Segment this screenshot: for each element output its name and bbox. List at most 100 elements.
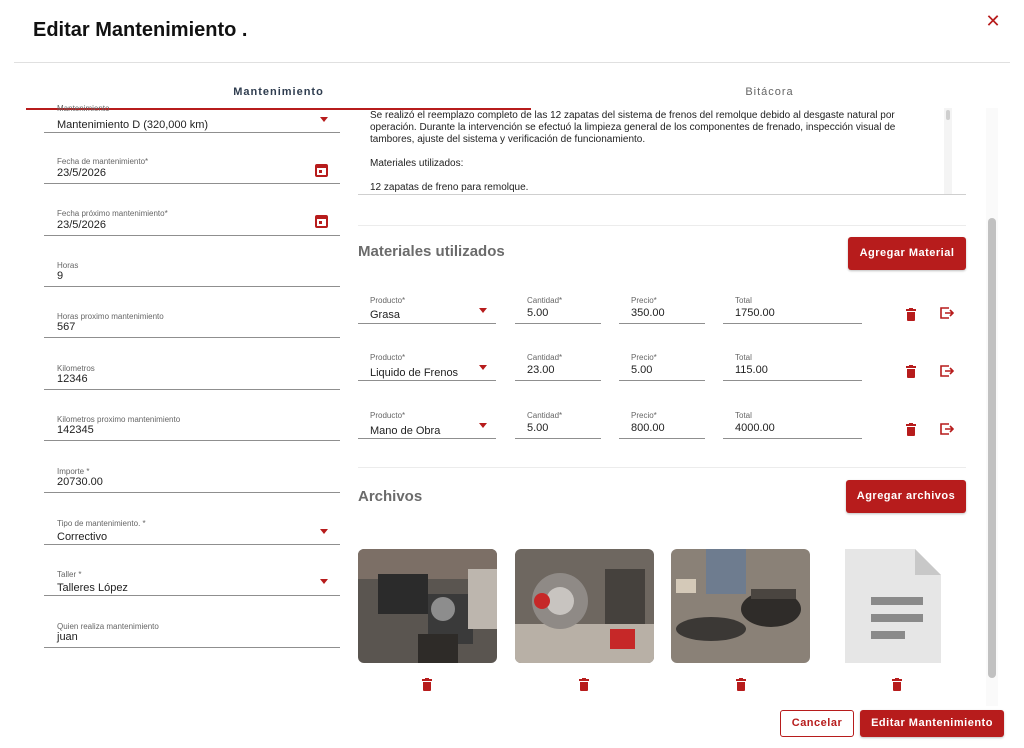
textarea-scrollbar[interactable] — [944, 108, 952, 194]
export-icon[interactable] — [940, 365, 954, 377]
kilometros-field[interactable]: Kilometros 12346 — [44, 363, 340, 390]
precio-field[interactable]: Precio* 350.00 — [619, 296, 705, 324]
cantidad-field[interactable]: Cantidad* 5.00 — [515, 411, 601, 439]
field-value: 5.00 — [527, 422, 549, 434]
chevron-down-icon — [479, 308, 487, 313]
field-label: Cantidad* — [527, 353, 563, 362]
chevron-down-icon — [320, 529, 328, 534]
cantidad-field[interactable]: Cantidad* 5.00 — [515, 296, 601, 324]
file-thumbnail[interactable] — [515, 549, 654, 663]
file-thumbnail[interactable] — [845, 549, 941, 663]
calendar-icon[interactable] — [315, 215, 328, 228]
field-label: Total — [735, 411, 752, 420]
delete-icon[interactable] — [422, 678, 432, 691]
delete-icon[interactable] — [906, 308, 916, 321]
field-label: Cantidad* — [527, 296, 563, 305]
taller-select[interactable]: Taller * Talleres López — [44, 569, 340, 596]
delete-icon[interactable] — [906, 423, 916, 436]
field-label: Kilometros — [57, 364, 95, 373]
field-value: 23/5/2026 — [57, 167, 106, 179]
chevron-down-icon — [320, 117, 328, 122]
delete-icon[interactable] — [892, 678, 902, 691]
horas-proximo-field[interactable]: Horas proximo mantenimiento 567 — [44, 311, 340, 338]
section-divider — [358, 467, 966, 468]
calendar-icon[interactable] — [315, 164, 328, 177]
field-value: Liquido de Frenos — [370, 367, 459, 379]
field-value: 4000.00 — [735, 422, 775, 434]
brake-shoes-photo-image — [671, 549, 810, 663]
field-value: Correctivo — [57, 531, 108, 543]
chevron-down-icon — [479, 423, 487, 428]
field-label: Kilometros proximo mantenimiento — [57, 415, 181, 424]
delete-icon[interactable] — [579, 678, 589, 691]
field-label: Fecha próximo mantenimiento* — [57, 209, 168, 218]
tab-bitacora[interactable]: Bitácora — [531, 80, 1008, 108]
field-label: Total — [735, 353, 752, 362]
field-value: 12346 — [57, 373, 88, 385]
field-value: juan — [57, 631, 78, 643]
save-button[interactable]: Editar Mantenimiento — [860, 710, 1004, 737]
field-value: 115.00 — [735, 364, 768, 376]
description-textarea[interactable]: Se realizó el reemplazo completo de las … — [358, 108, 966, 195]
producto-select[interactable]: Producto* Grasa — [358, 296, 496, 324]
producto-select[interactable]: Producto* Liquido de Frenos — [358, 353, 496, 381]
materials-title: Materiales utilizados — [358, 243, 505, 260]
field-value: 1750.00 — [735, 307, 775, 319]
delete-icon[interactable] — [736, 678, 746, 691]
content-scrollbar-thumb[interactable] — [988, 218, 996, 678]
hub-photo-image — [515, 549, 654, 663]
field-label: Fecha de mantenimiento* — [57, 157, 149, 166]
field-value: 5.00 — [527, 307, 549, 319]
field-label: Horas — [57, 261, 79, 270]
description-paragraph: 12 zapatas de freno para remolque. — [370, 182, 529, 193]
horas-field[interactable]: Horas 9 — [44, 260, 340, 287]
total-field: Total 4000.00 — [723, 411, 862, 439]
field-value: 23/5/2026 — [57, 219, 106, 231]
precio-field[interactable]: Precio* 5.00 — [619, 353, 705, 381]
chevron-down-icon — [479, 365, 487, 370]
chevron-down-icon — [320, 579, 328, 584]
field-value: 9 — [57, 270, 64, 282]
description-paragraph: Se realizó el reemplazo completo de las … — [370, 110, 896, 145]
field-value: 23.00 — [527, 364, 555, 376]
total-field: Total 115.00 — [723, 353, 862, 381]
export-icon[interactable] — [940, 423, 954, 435]
delete-icon[interactable] — [906, 365, 916, 378]
dialog-title: Editar Mantenimiento . — [33, 19, 248, 41]
field-value: 567 — [57, 321, 76, 333]
field-label: Producto* — [370, 411, 406, 420]
field-value: Mantenimiento D (320,000 km) — [57, 119, 209, 131]
producto-select[interactable]: Producto* Mano de Obra — [358, 411, 496, 439]
fecha-mantenimiento-field[interactable]: Fecha de mantenimiento* 23/5/2026 — [44, 156, 340, 184]
brake-photo-image — [358, 549, 497, 663]
tab-bar: Mantenimiento Bitácora — [26, 80, 986, 110]
add-files-button[interactable]: Agregar archivos — [846, 480, 966, 513]
files-title: Archivos — [358, 488, 423, 505]
textarea-scrollbar-thumb[interactable] — [946, 110, 950, 120]
quien-realiza-field[interactable]: Quien realiza mantenimiento juan — [44, 621, 340, 648]
field-label: Precio* — [631, 411, 657, 420]
field-value: 142345 — [57, 424, 94, 436]
export-icon[interactable] — [940, 307, 954, 319]
cantidad-field[interactable]: Cantidad* 23.00 — [515, 353, 601, 381]
file-thumbnail[interactable] — [358, 549, 497, 663]
kilometros-proximo-field[interactable]: Kilometros proximo mantenimiento 142345 — [44, 414, 340, 441]
tipo-mantenimiento-select[interactable]: Tipo de mantenimiento. * Correctivo — [44, 518, 340, 545]
precio-field[interactable]: Precio* 800.00 — [619, 411, 705, 439]
field-value: 20730.00 — [57, 476, 103, 488]
field-value: Mano de Obra — [370, 425, 441, 437]
total-field: Total 1750.00 — [723, 296, 862, 324]
add-material-button[interactable]: Agregar Material — [848, 237, 966, 270]
close-icon[interactable]: ✕ — [984, 12, 1002, 30]
field-value: 5.00 — [631, 364, 653, 376]
field-label: Precio* — [631, 353, 657, 362]
field-label: Cantidad* — [527, 411, 563, 420]
file-thumbnail[interactable] — [671, 549, 810, 663]
fecha-proximo-field[interactable]: Fecha próximo mantenimiento* 23/5/2026 — [44, 208, 340, 236]
description-paragraph: Materiales utilizados: — [370, 158, 464, 169]
field-label: Producto* — [370, 296, 406, 305]
mantenimiento-select[interactable]: Mantenimiento Mantenimiento D (320,000 k… — [44, 104, 340, 133]
field-label: Mantenimiento — [57, 104, 110, 113]
cancel-button[interactable]: Cancelar — [780, 710, 854, 737]
importe-field[interactable]: Importe * 20730.00 — [44, 466, 340, 493]
